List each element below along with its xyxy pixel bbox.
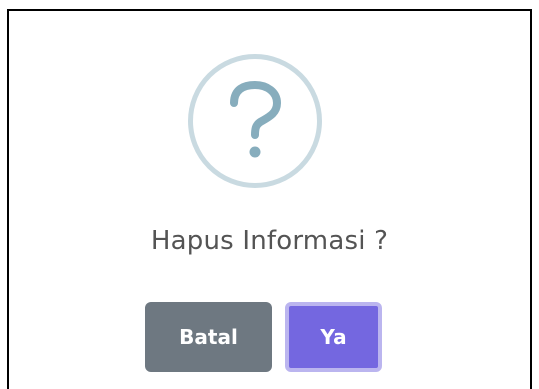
question-mark-icon [188, 54, 322, 188]
confirm-dialog: Hapus Informasi ? Batal Ya [7, 9, 532, 389]
dialog-title: Hapus Informasi ? [150, 226, 389, 256]
cancel-button[interactable]: Batal [145, 302, 272, 372]
confirm-button[interactable]: Ya [285, 302, 382, 372]
